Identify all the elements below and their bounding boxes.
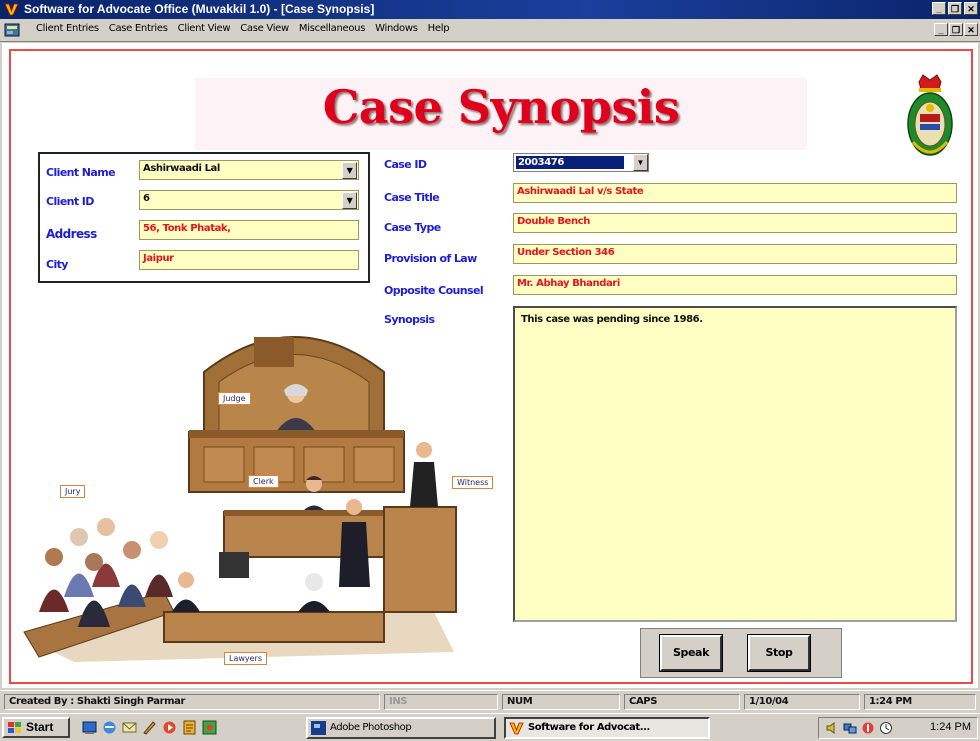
case-title-value: Ashirwaadi Lal v/s State	[517, 186, 644, 197]
clock-icon[interactable]	[879, 721, 893, 735]
chevron-down-icon[interactable]: ▼	[633, 154, 648, 171]
close-button[interactable]: ✕	[964, 2, 978, 15]
provision-of-law-value: Under Section 346	[517, 247, 615, 258]
city-label: City	[46, 258, 68, 271]
taskbar: Start Adobe Photoshop Software for Advoc…	[0, 713, 980, 741]
app-icon	[509, 722, 524, 735]
client-id-value: 6	[143, 193, 150, 204]
app-icon[interactable]	[4, 2, 19, 16]
status-caps: CAPS	[624, 694, 740, 710]
pen-tool-icon[interactable]	[142, 720, 157, 735]
client-id-label: Client ID	[46, 195, 94, 208]
client-name-label: Client Name	[46, 166, 116, 179]
city-field[interactable]: Jaipur	[139, 250, 359, 270]
task-label: Adobe Photoshop	[330, 722, 412, 733]
paint-icon[interactable]	[202, 720, 217, 735]
outlook-express-icon[interactable]	[122, 720, 137, 735]
network-icon[interactable]	[843, 721, 857, 735]
tray-clock[interactable]: 1:24 PM	[930, 721, 971, 733]
antivirus-icon[interactable]	[861, 721, 875, 735]
case-type-label: Case Type	[384, 221, 441, 234]
tag-witness: Witness	[452, 476, 494, 489]
menu-case-entries[interactable]: Case Entries	[109, 23, 168, 34]
case-type-value: Double Bench	[517, 216, 590, 227]
task-software-for-advocate[interactable]: Software for Advocat...	[504, 717, 710, 739]
task-adobe-photoshop[interactable]: Adobe Photoshop	[306, 717, 496, 739]
provision-of-law-label: Provision of Law	[384, 252, 477, 265]
title-bar[interactable]: Software for Advocate Office (Muvakkil 1…	[0, 0, 980, 19]
show-desktop-icon[interactable]	[82, 720, 97, 735]
menu-miscellaneous[interactable]: Miscellaneous	[299, 23, 366, 34]
task-label: Software for Advocat...	[528, 722, 650, 733]
menu-bar: Client Entries Case Entries Client View …	[0, 19, 980, 42]
status-ins: INS	[384, 694, 498, 710]
stop-button[interactable]: Stop	[747, 634, 811, 672]
tag-judge: Judge	[218, 392, 251, 405]
media-player-icon[interactable]	[162, 720, 177, 735]
tag-clerk: Clerk	[248, 475, 279, 488]
provision-of-law-field[interactable]: Under Section 346	[513, 244, 957, 264]
windows-logo-icon	[8, 722, 21, 733]
case-id-combo[interactable]: 2003476 ▼	[513, 153, 649, 172]
tag-lawyers: Lawyers	[224, 652, 268, 665]
speak-button[interactable]: Speak	[659, 634, 723, 672]
notes-icon[interactable]	[182, 720, 197, 735]
start-button[interactable]: Start	[2, 717, 70, 738]
synopsis-value: This case was pending since 1986.	[521, 314, 703, 325]
status-created-by: Created By : Shakti Singh Parmar	[4, 694, 380, 710]
chevron-down-icon[interactable]: ▼	[342, 192, 357, 209]
address-value: 56, Tonk Phatak,	[143, 223, 231, 234]
mdi-minimize-button[interactable]: _	[934, 23, 948, 36]
synopsis-textarea[interactable]: This case was pending since 1986.	[513, 306, 957, 622]
document-icon[interactable]	[4, 23, 20, 37]
menu-help[interactable]: Help	[428, 23, 450, 34]
page-title: Case Synopsis	[322, 80, 680, 134]
case-id-value: 2003476	[516, 156, 624, 169]
chevron-down-icon[interactable]: ▼	[342, 162, 357, 179]
system-tray: 1:24 PM	[818, 717, 978, 739]
status-date: 1/10/04	[744, 694, 860, 710]
client-name-combo[interactable]: Ashirwaadi Lal ▼	[139, 160, 359, 180]
tag-jury: Jury	[60, 485, 86, 498]
menu-client-view[interactable]: Client View	[178, 23, 231, 34]
status-bar: Created By : Shakti Singh Parmar INS NUM…	[0, 690, 980, 713]
mdi-close-button[interactable]: ✕	[964, 23, 978, 36]
start-label: Start	[26, 720, 54, 734]
status-num: NUM	[502, 694, 620, 710]
volume-icon[interactable]	[825, 721, 839, 735]
case-title-field[interactable]: Ashirwaadi Lal v/s State	[513, 183, 957, 203]
status-time: 1:24 PM	[864, 694, 976, 710]
menu-case-view[interactable]: Case View	[240, 23, 289, 34]
case-title-label: Case Title	[384, 191, 440, 204]
client-id-combo[interactable]: 6 ▼	[139, 190, 359, 210]
minimize-button[interactable]: _	[932, 2, 946, 15]
menu-client-entries[interactable]: Client Entries	[36, 23, 99, 34]
case-type-field[interactable]: Double Bench	[513, 213, 957, 233]
menu-windows[interactable]: Windows	[375, 23, 418, 34]
client-name-value: Ashirwaadi Lal	[143, 163, 220, 174]
mdi-restore-button[interactable]: ❐	[949, 23, 963, 36]
opposite-counsel-label: Opposite Counsel	[384, 284, 484, 297]
photoshop-icon	[311, 721, 326, 735]
window-title: Software for Advocate Office (Muvakkil 1…	[24, 2, 375, 16]
address-field[interactable]: 56, Tonk Phatak,	[139, 220, 359, 240]
restore-button[interactable]: ❐	[948, 2, 962, 15]
address-label: Address	[46, 227, 97, 241]
case-id-label: Case ID	[384, 158, 427, 171]
crest-emblem-icon	[907, 74, 953, 156]
city-value: Jaipur	[143, 253, 174, 264]
opposite-counsel-field[interactable]: Mr. Abhay Bhandari	[513, 275, 957, 295]
internet-explorer-icon[interactable]	[102, 720, 117, 735]
courtroom-illustration: Judge Clerk Witness Jury Lawyers	[14, 312, 494, 672]
opposite-counsel-value: Mr. Abhay Bhandari	[517, 278, 620, 289]
